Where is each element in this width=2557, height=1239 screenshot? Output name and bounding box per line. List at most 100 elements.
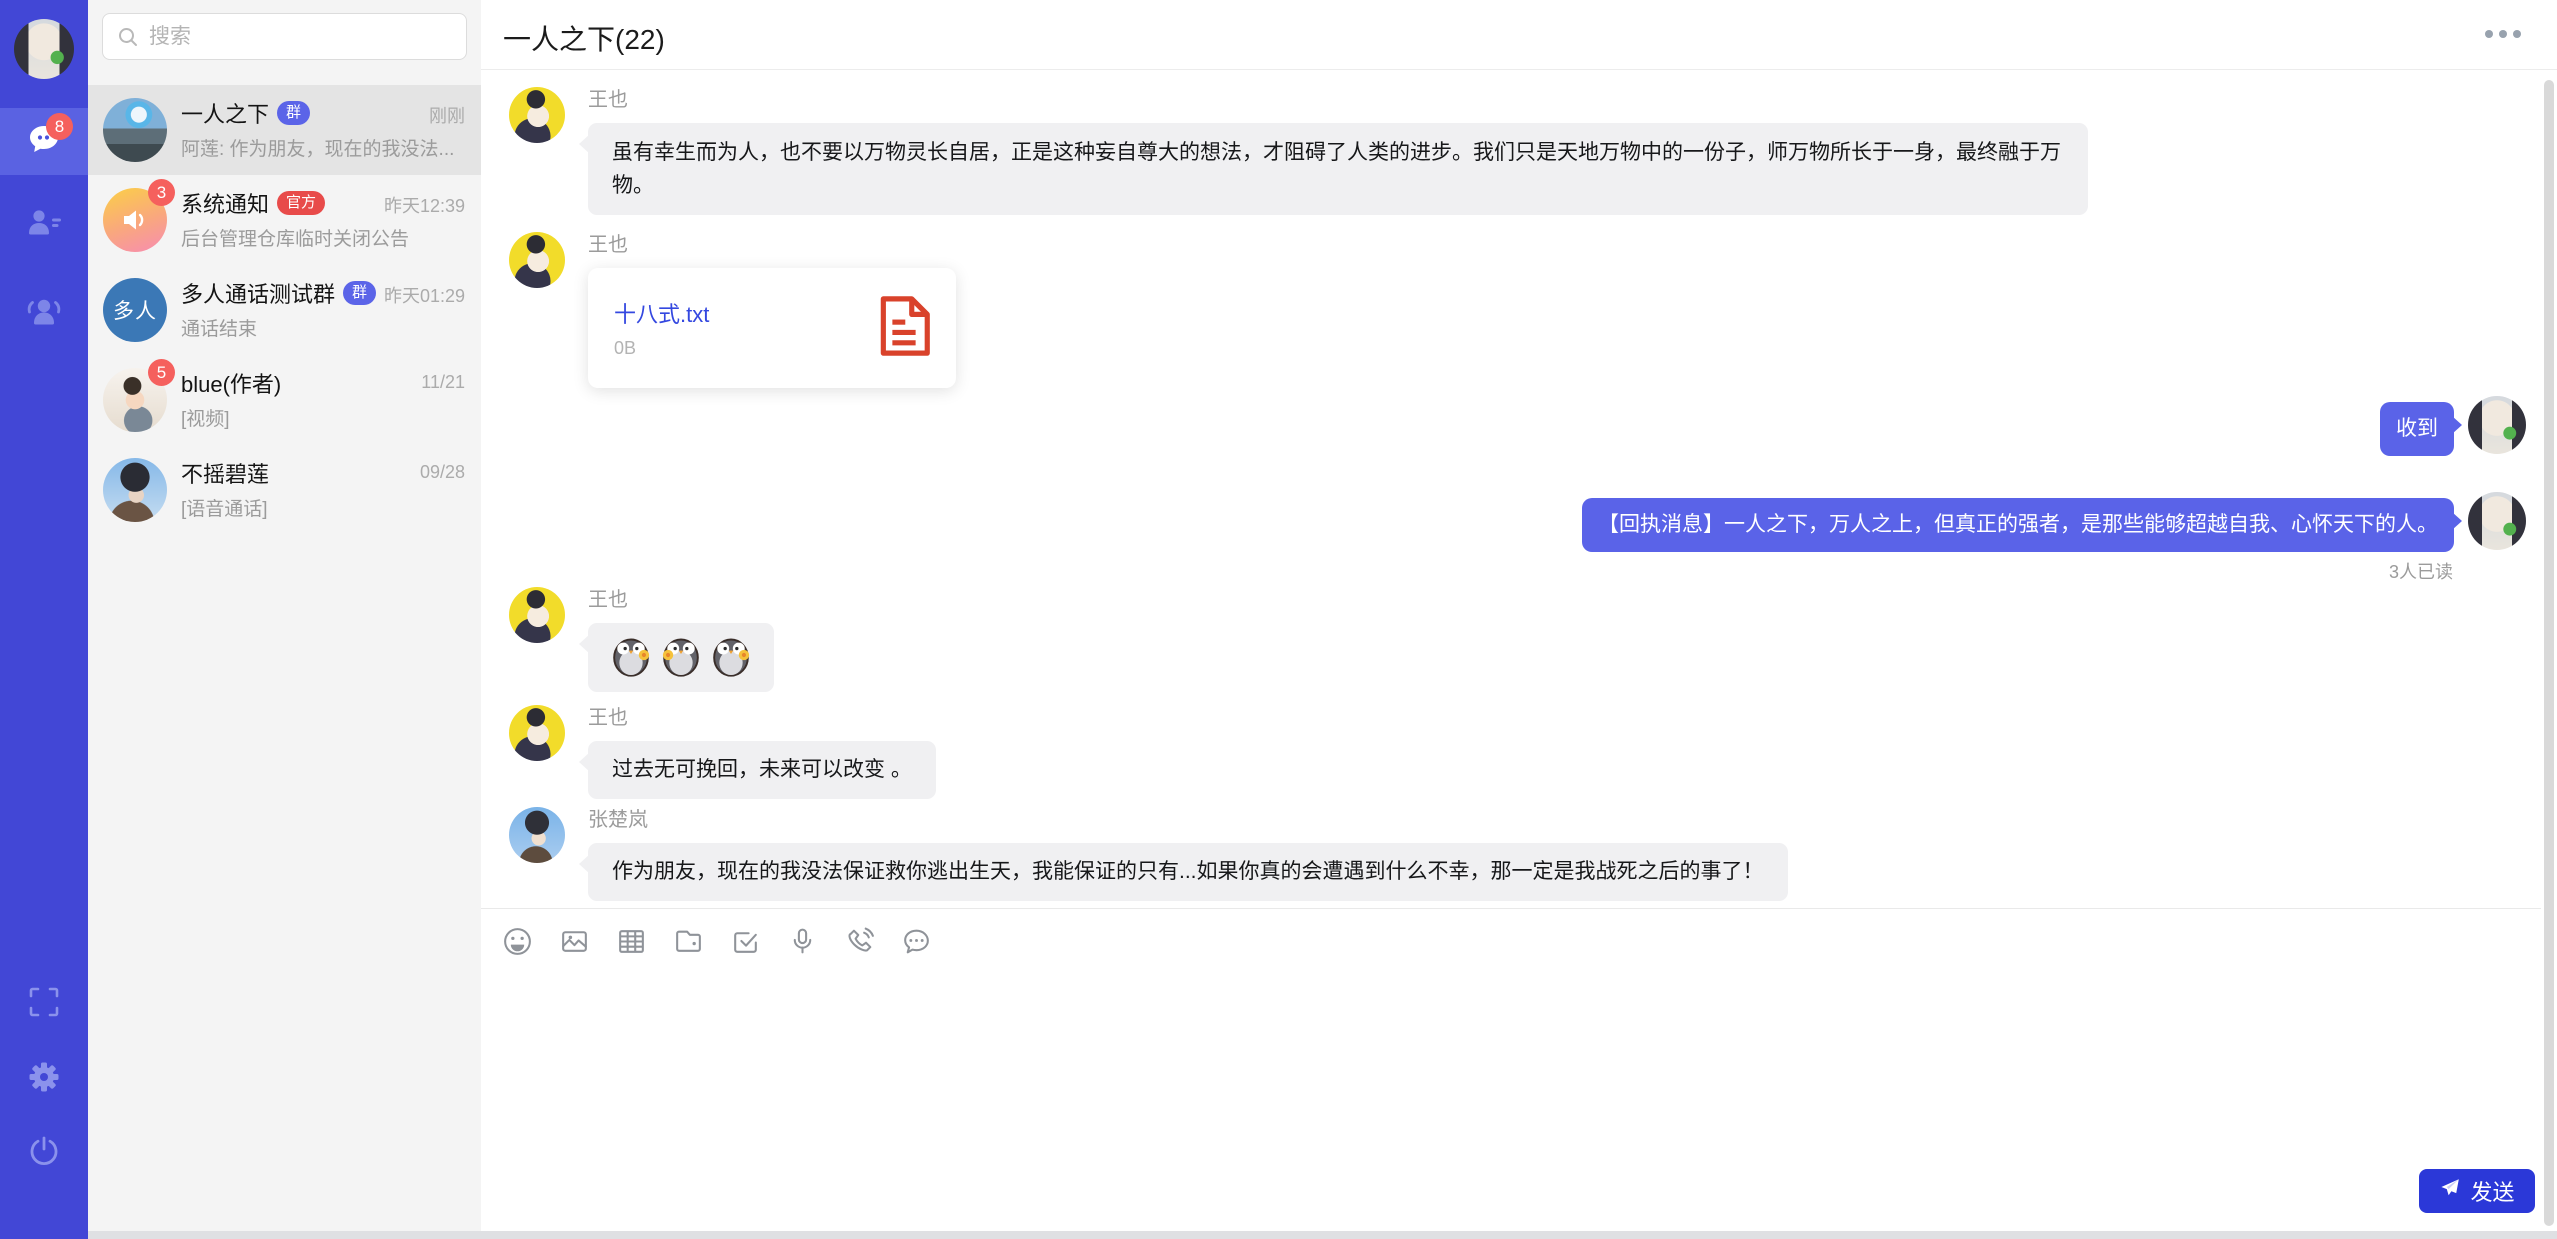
- message-list[interactable]: 王也 虽有幸生而为人，也不要以万物灵长自居，正是这种妄自尊大的想法，才阻碍了人类…: [481, 70, 2541, 908]
- message-author: 王也: [588, 705, 2541, 741]
- phone-button[interactable]: [842, 924, 876, 958]
- message-author: 王也: [588, 587, 2541, 623]
- conversation-item-system-notice[interactable]: 3 系统通知 官方 后台管理仓库临时关闭公告 昨天12:39: [88, 175, 481, 265]
- search-input[interactable]: [102, 13, 467, 60]
- more-menu-button[interactable]: [2485, 22, 2529, 46]
- avatar-text: 多人: [103, 278, 167, 342]
- power-button[interactable]: [0, 1135, 88, 1173]
- message-avatar[interactable]: [2468, 492, 2526, 550]
- screenshot-check-button[interactable]: [728, 924, 762, 958]
- chat-main: 一人之下(22) 王也 虽有幸生而为人，也不要以万物灵长自居，正是这种妄自尊大的…: [481, 0, 2557, 1239]
- message-bubble[interactable]: 作为朋友，现在的我没法保证救你逃出生天，我能保证的只有...如果你真的会遭遇到什…: [588, 843, 1788, 901]
- microphone-button[interactable]: [785, 924, 819, 958]
- bottom-edge: [88, 1231, 2557, 1239]
- message-author: 王也: [588, 232, 2541, 268]
- search-box: [102, 13, 467, 60]
- message-group: 王也 虽有幸生而为人，也不要以万物灵长自居，正是这种妄自尊大的想法，才阻碍了人类…: [509, 87, 2541, 215]
- user-avatar[interactable]: [14, 19, 74, 79]
- message-group: 王也 过去无可挽回，未来可以改变 。: [509, 705, 2541, 799]
- conversation-time: 昨天01:29: [384, 282, 465, 308]
- composer-toolbar: [481, 909, 2541, 958]
- vertical-scrollbar[interactable]: [2544, 80, 2554, 1226]
- conversation-time: 昨天12:39: [384, 192, 465, 218]
- message-avatar[interactable]: [2468, 396, 2526, 454]
- conversation-preview: 通话结束: [181, 314, 465, 341]
- conversation-item-buyaobilian[interactable]: 不摇碧莲 [语音通话] 09/28: [88, 445, 481, 535]
- conversation-item-blue-author[interactable]: 5 blue(作者) [视频] 11/21: [88, 355, 481, 445]
- groups-icon: [23, 293, 65, 334]
- conversation-item-multicall-group[interactable]: 多人 多人通话测试群 群 通话结束 昨天01:29: [88, 265, 481, 355]
- fullscreen-button[interactable]: [0, 986, 88, 1022]
- search-icon: [116, 25, 140, 49]
- nav-contacts[interactable]: [0, 192, 88, 259]
- conversation-item-yirenzhixia[interactable]: 一人之下 群 阿莲: 作为朋友，现在的我没法... 刚刚: [88, 85, 481, 175]
- read-receipt[interactable]: 3人已读: [509, 558, 2541, 584]
- conversation-name: blue(作者): [181, 367, 281, 399]
- message-author: 王也: [588, 87, 2541, 123]
- app-window: 8: [0, 0, 2557, 1239]
- nav-groups[interactable]: [0, 280, 88, 347]
- conversation-list: 一人之下 群 阿莲: 作为朋友，现在的我没法... 刚刚 3: [88, 85, 481, 535]
- grid-button[interactable]: [614, 924, 648, 958]
- penguin-sticker: [710, 633, 752, 682]
- chat-history-button[interactable]: [899, 924, 933, 958]
- message-input[interactable]: [491, 975, 2531, 1159]
- app-sidebar: 8: [0, 0, 88, 1239]
- contacts-icon: [25, 205, 63, 246]
- settings-button[interactable]: [0, 1060, 88, 1098]
- penguin-sticker: [610, 633, 652, 682]
- emoji-button[interactable]: [500, 924, 534, 958]
- message-bubble[interactable]: 过去无可挽回，未来可以改变 。: [588, 741, 936, 799]
- message-avatar[interactable]: [509, 807, 565, 863]
- penguin-sticker: [660, 633, 702, 682]
- message-group: 收到: [509, 396, 2541, 456]
- composer: 发送: [481, 908, 2541, 1239]
- chats-unread-badge: 8: [46, 113, 73, 140]
- message-avatar[interactable]: [509, 87, 565, 143]
- conversation-time: 09/28: [420, 462, 465, 483]
- file-size: 0B: [614, 338, 878, 359]
- message-avatar[interactable]: [509, 232, 565, 288]
- gear-icon: [25, 1058, 63, 1101]
- message-bubble[interactable]: [588, 623, 774, 692]
- conversation-preview: [视频]: [181, 404, 465, 431]
- chat-header: 一人之下(22): [481, 0, 2557, 70]
- ellipsis-icon: [2485, 30, 2493, 38]
- send-button[interactable]: 发送: [2419, 1169, 2535, 1213]
- conversation-name: 一人之下: [181, 97, 269, 129]
- message-group: 张楚岚 作为朋友，现在的我没法保证救你逃出生天，我能保证的只有...如果你真的会…: [509, 807, 2541, 901]
- speaker-icon: [117, 202, 153, 238]
- conversation-name: 不摇碧莲: [181, 457, 269, 489]
- message-avatar[interactable]: [509, 587, 565, 643]
- message-avatar[interactable]: [509, 705, 565, 761]
- unread-badge: 5: [148, 359, 175, 386]
- conversation-name: 系统通知: [181, 187, 269, 219]
- power-icon: [26, 1134, 62, 1175]
- conversation-avatar: [103, 458, 167, 522]
- document-icon: [878, 295, 930, 362]
- send-label: 发送: [2470, 1175, 2514, 1207]
- group-tag: 群: [277, 101, 310, 125]
- conversation-time: 刚刚: [429, 102, 465, 128]
- message-bubble[interactable]: 【回执消息】一人之下，万人之上，但真正的强者，是那些能够超越自我、心怀天下的人。: [1582, 498, 2454, 552]
- nav-chats[interactable]: [0, 108, 88, 175]
- fullscreen-icon: [27, 985, 61, 1024]
- message-group: 【回执消息】一人之下，万人之上，但真正的强者，是那些能够超越自我、心怀天下的人。…: [509, 492, 2541, 584]
- unread-badge: 3: [148, 179, 175, 206]
- message-bubble[interactable]: 虽有幸生而为人，也不要以万物灵长自居，正是这种妄自尊大的想法，才阻碍了人类的进步…: [588, 123, 2088, 215]
- chat-list-panel: 一人之下 群 阿莲: 作为朋友，现在的我没法... 刚刚 3: [88, 0, 481, 1239]
- conversation-preview: 后台管理仓库临时关闭公告: [181, 224, 465, 251]
- conversation-time: 11/21: [421, 372, 465, 393]
- message-group: 王也: [509, 587, 2541, 692]
- conversation-preview: 阿莲: 作为朋友，现在的我没法...: [181, 134, 465, 161]
- conversation-avatar: [103, 98, 167, 162]
- conversation-preview: [语音通话]: [181, 494, 465, 521]
- conversation-name: 多人通话测试群: [181, 277, 335, 309]
- message-bubble[interactable]: 收到: [2380, 402, 2454, 456]
- official-tag: 官方: [277, 191, 325, 215]
- file-card[interactable]: 十八式.txt 0B: [588, 268, 956, 388]
- image-button[interactable]: [557, 924, 591, 958]
- group-tag: 群: [343, 281, 376, 305]
- folder-button[interactable]: [671, 924, 705, 958]
- file-name[interactable]: 十八式.txt: [614, 297, 878, 329]
